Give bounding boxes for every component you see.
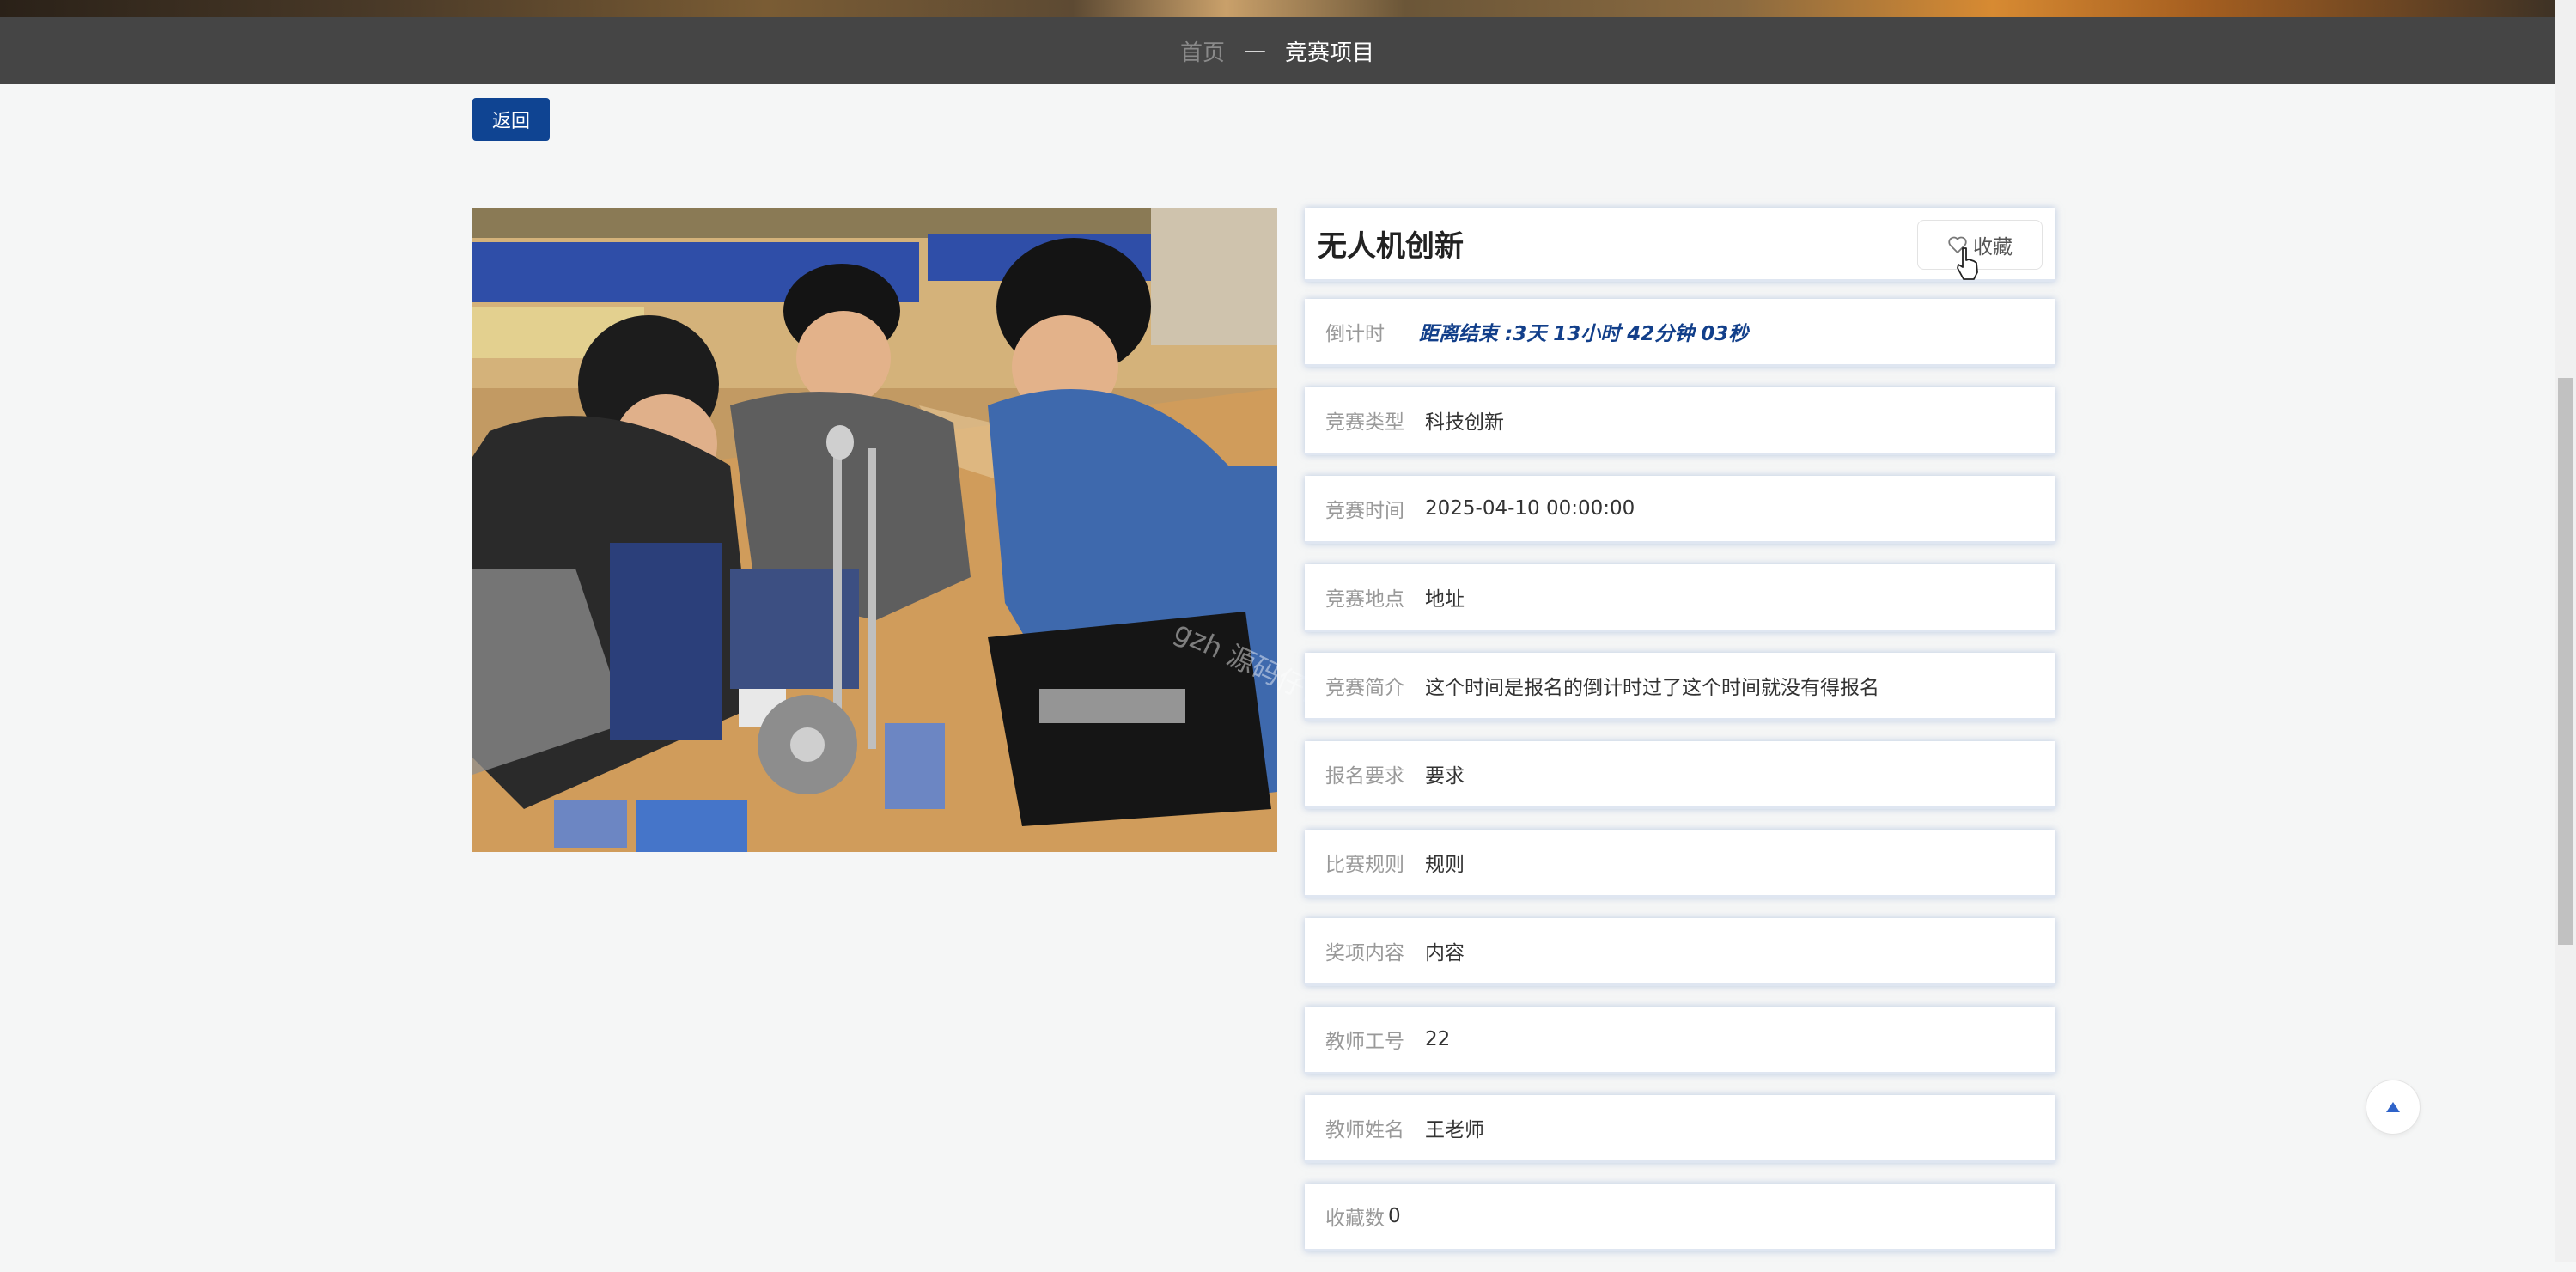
competition-photo: [472, 208, 1277, 852]
field-value: 规则: [1425, 854, 1465, 876]
field-label: 竞赛类型: [1325, 411, 1404, 434]
breadcrumb-separator: —: [1244, 38, 1266, 64]
header-banner-image: [0, 0, 2555, 17]
field-value: 王老师: [1425, 1119, 1484, 1141]
title-row: 无人机创新 收藏: [1305, 208, 2055, 282]
field-label: 收藏数: [1325, 1208, 1385, 1230]
hand-pointer-icon: [1957, 247, 1978, 280]
field-label: 报名要求: [1325, 765, 1404, 788]
field-value: 0: [1388, 1205, 1401, 1227]
field-row-time: 竞赛时间 2025-04-10 00:00:00: [1305, 476, 2055, 544]
field-label: 教师姓名: [1325, 1119, 1404, 1141]
field-value: 22: [1425, 1028, 1451, 1050]
countdown-value: 距离结束 :3天 13小时 42分钟 03秒: [1419, 323, 1749, 345]
breadcrumb-home-link[interactable]: 首页: [1180, 35, 1225, 67]
field-row-rules: 比赛规则 规则: [1305, 830, 2055, 898]
breadcrumb-current: 竞赛项目: [1285, 40, 1375, 66]
competition-info-panel: 无人机创新 收藏 倒计时 距离结束 :3天 13小时 42分钟 03秒 竞赛类型…: [1305, 208, 2055, 1272]
field-row-teacher-name: 教师姓名 王老师: [1305, 1095, 2055, 1163]
field-row-type: 竞赛类型 科技创新: [1305, 387, 2055, 455]
scroll-to-top-button[interactable]: [2366, 1080, 2421, 1135]
breadcrumb: 首页 — 竞赛项目: [0, 17, 2555, 84]
field-row-requirements: 报名要求 要求: [1305, 741, 2055, 809]
triangle-up-icon: [2386, 1102, 2400, 1112]
field-row-location: 竞赛地点 地址: [1305, 564, 2055, 632]
field-value: 2025-04-10 00:00:00: [1425, 497, 1635, 520]
field-label: 竞赛地点: [1325, 588, 1404, 611]
field-value: 要求: [1425, 765, 1465, 788]
field-label: 教师工号: [1325, 1031, 1404, 1053]
scrollbar-thumb[interactable]: [2558, 378, 2573, 945]
field-value: 这个时间是报名的倒计时过了这个时间就没有得报名: [1425, 677, 1879, 699]
field-value: 科技创新: [1425, 411, 1504, 434]
field-value: 地址: [1425, 588, 1465, 611]
back-button[interactable]: 返回: [472, 98, 550, 141]
field-row-intro: 竞赛简介 这个时间是报名的倒计时过了这个时间就没有得报名: [1305, 653, 2055, 721]
field-label: 比赛规则: [1325, 854, 1404, 876]
field-value: 内容: [1425, 942, 1465, 965]
field-label: 奖项内容: [1325, 942, 1404, 965]
countdown-label: 倒计时: [1325, 323, 1385, 345]
field-row-favorites-count: 收藏数 0: [1305, 1184, 2055, 1251]
field-label: 竞赛时间: [1325, 500, 1404, 522]
field-row-awards: 奖项内容 内容: [1305, 918, 2055, 986]
countdown-row: 倒计时 距离结束 :3天 13小时 42分钟 03秒: [1305, 299, 2055, 367]
competition-title: 无人机创新: [1318, 229, 1464, 264]
field-row-teacher-id: 教师工号 22: [1305, 1007, 2055, 1074]
field-label: 竞赛简介: [1325, 677, 1404, 699]
